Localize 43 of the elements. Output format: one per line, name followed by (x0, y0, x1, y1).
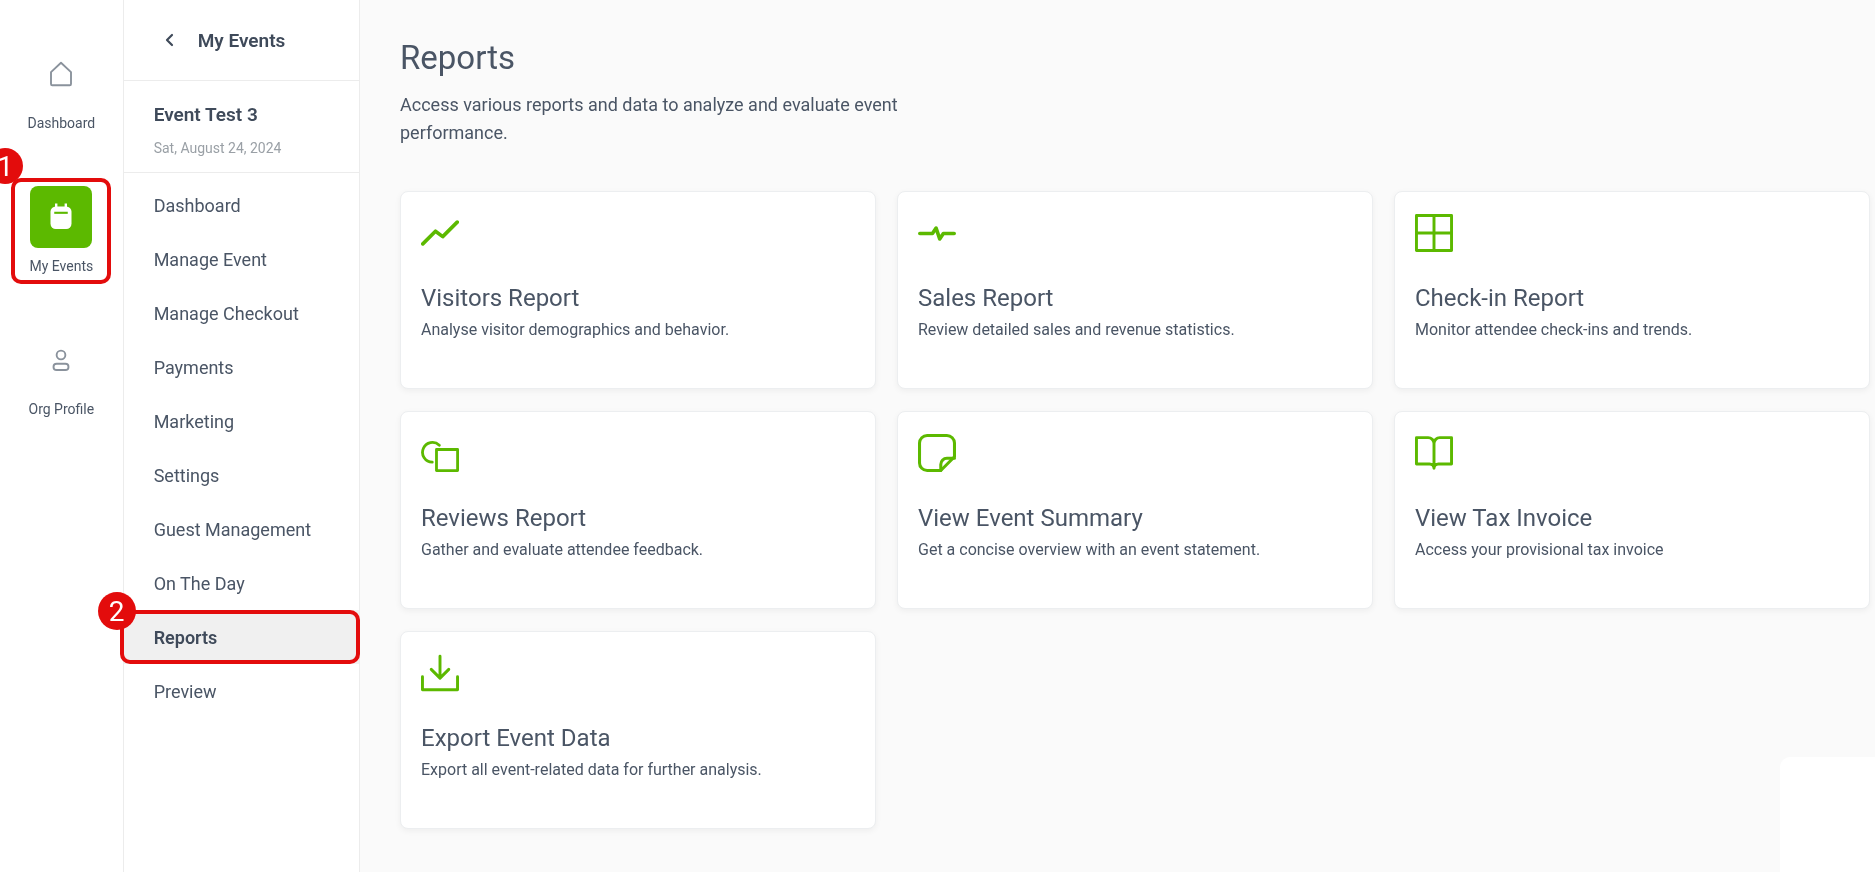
card-description: Gather and evaluate attendee feedback. (421, 540, 705, 559)
report-card[interactable]: View Tax Invoice Access your provisional tax invoice (1394, 411, 1870, 609)
card-description: Monitor attendee check-ins and trends. (1415, 320, 1694, 339)
trend-line-icon (421, 220, 459, 246)
report-card[interactable]: Reviews Report Gather and evaluate attendee feedback. (400, 411, 876, 609)
callout-number: 1 (0, 148, 24, 184)
event-date: Sat, August 24, 2024 (153, 140, 283, 156)
card-description: Access your provisional tax invoice (1415, 540, 1665, 559)
card-description: Review detailed sales and revenue statistics. (918, 320, 1236, 339)
report-card[interactable]: Sales Report Review detailed sales and revenue statistics. (897, 191, 1373, 389)
card-title: Sales Report (918, 284, 1055, 312)
page-subtitle: Access various reports and data to analyze and evaluate event performance. (400, 93, 899, 145)
sidebar-item[interactable]: Manage Event (123, 232, 359, 286)
card-title: Visitors Report (421, 284, 581, 312)
report-card[interactable]: Export Event Data Export all event-related data for further analysis. (400, 631, 876, 829)
download-icon (421, 654, 459, 692)
card-title: View Tax Invoice (1415, 504, 1594, 532)
page-title: Reports (400, 38, 516, 77)
card-title: Reviews Report (421, 504, 588, 532)
sidebar-item[interactable]: Manage Checkout (123, 286, 359, 340)
card-description: Get a concise overview with an event statement. (918, 540, 1262, 559)
sticky-note-icon (918, 434, 956, 472)
card-title: View Event Summary (918, 504, 1144, 532)
report-card[interactable]: Visitors Report Analyse visitor demographics and behavior. (400, 191, 876, 389)
open-book-icon (1415, 434, 1453, 472)
report-card[interactable]: Check-in Report Monitor attendee check-ins and trends. (1394, 191, 1870, 389)
grid-icon (1415, 214, 1453, 252)
card-description: Analyse visitor demographics and behavior. (421, 320, 731, 339)
rail-item[interactable]: Org Profile (25, 329, 98, 417)
back-button[interactable]: My Events (161, 28, 286, 52)
card-title: Export Event Data (421, 724, 612, 752)
sidebar-item[interactable]: Settings (123, 448, 359, 502)
sidebar-item[interactable]: Payments (123, 340, 359, 394)
card-description: Export all event-related data for further analysis. (421, 760, 763, 779)
event-title: Event Test 3 (153, 103, 259, 126)
sidebar-item[interactable]: Marketing (123, 394, 359, 448)
sidebar-item[interactable]: Guest Management (123, 502, 359, 556)
sidebar-item[interactable]: Dashboard (123, 178, 359, 232)
report-card[interactable]: View Event Summary Get a concise overview with an event statement. (897, 411, 1373, 609)
card-title: Check-in Report (1415, 284, 1586, 312)
sidebar-item[interactable]: Preview (123, 664, 359, 718)
pulse-icon (918, 225, 956, 241)
rail-item[interactable]: Dashboard (25, 43, 98, 131)
